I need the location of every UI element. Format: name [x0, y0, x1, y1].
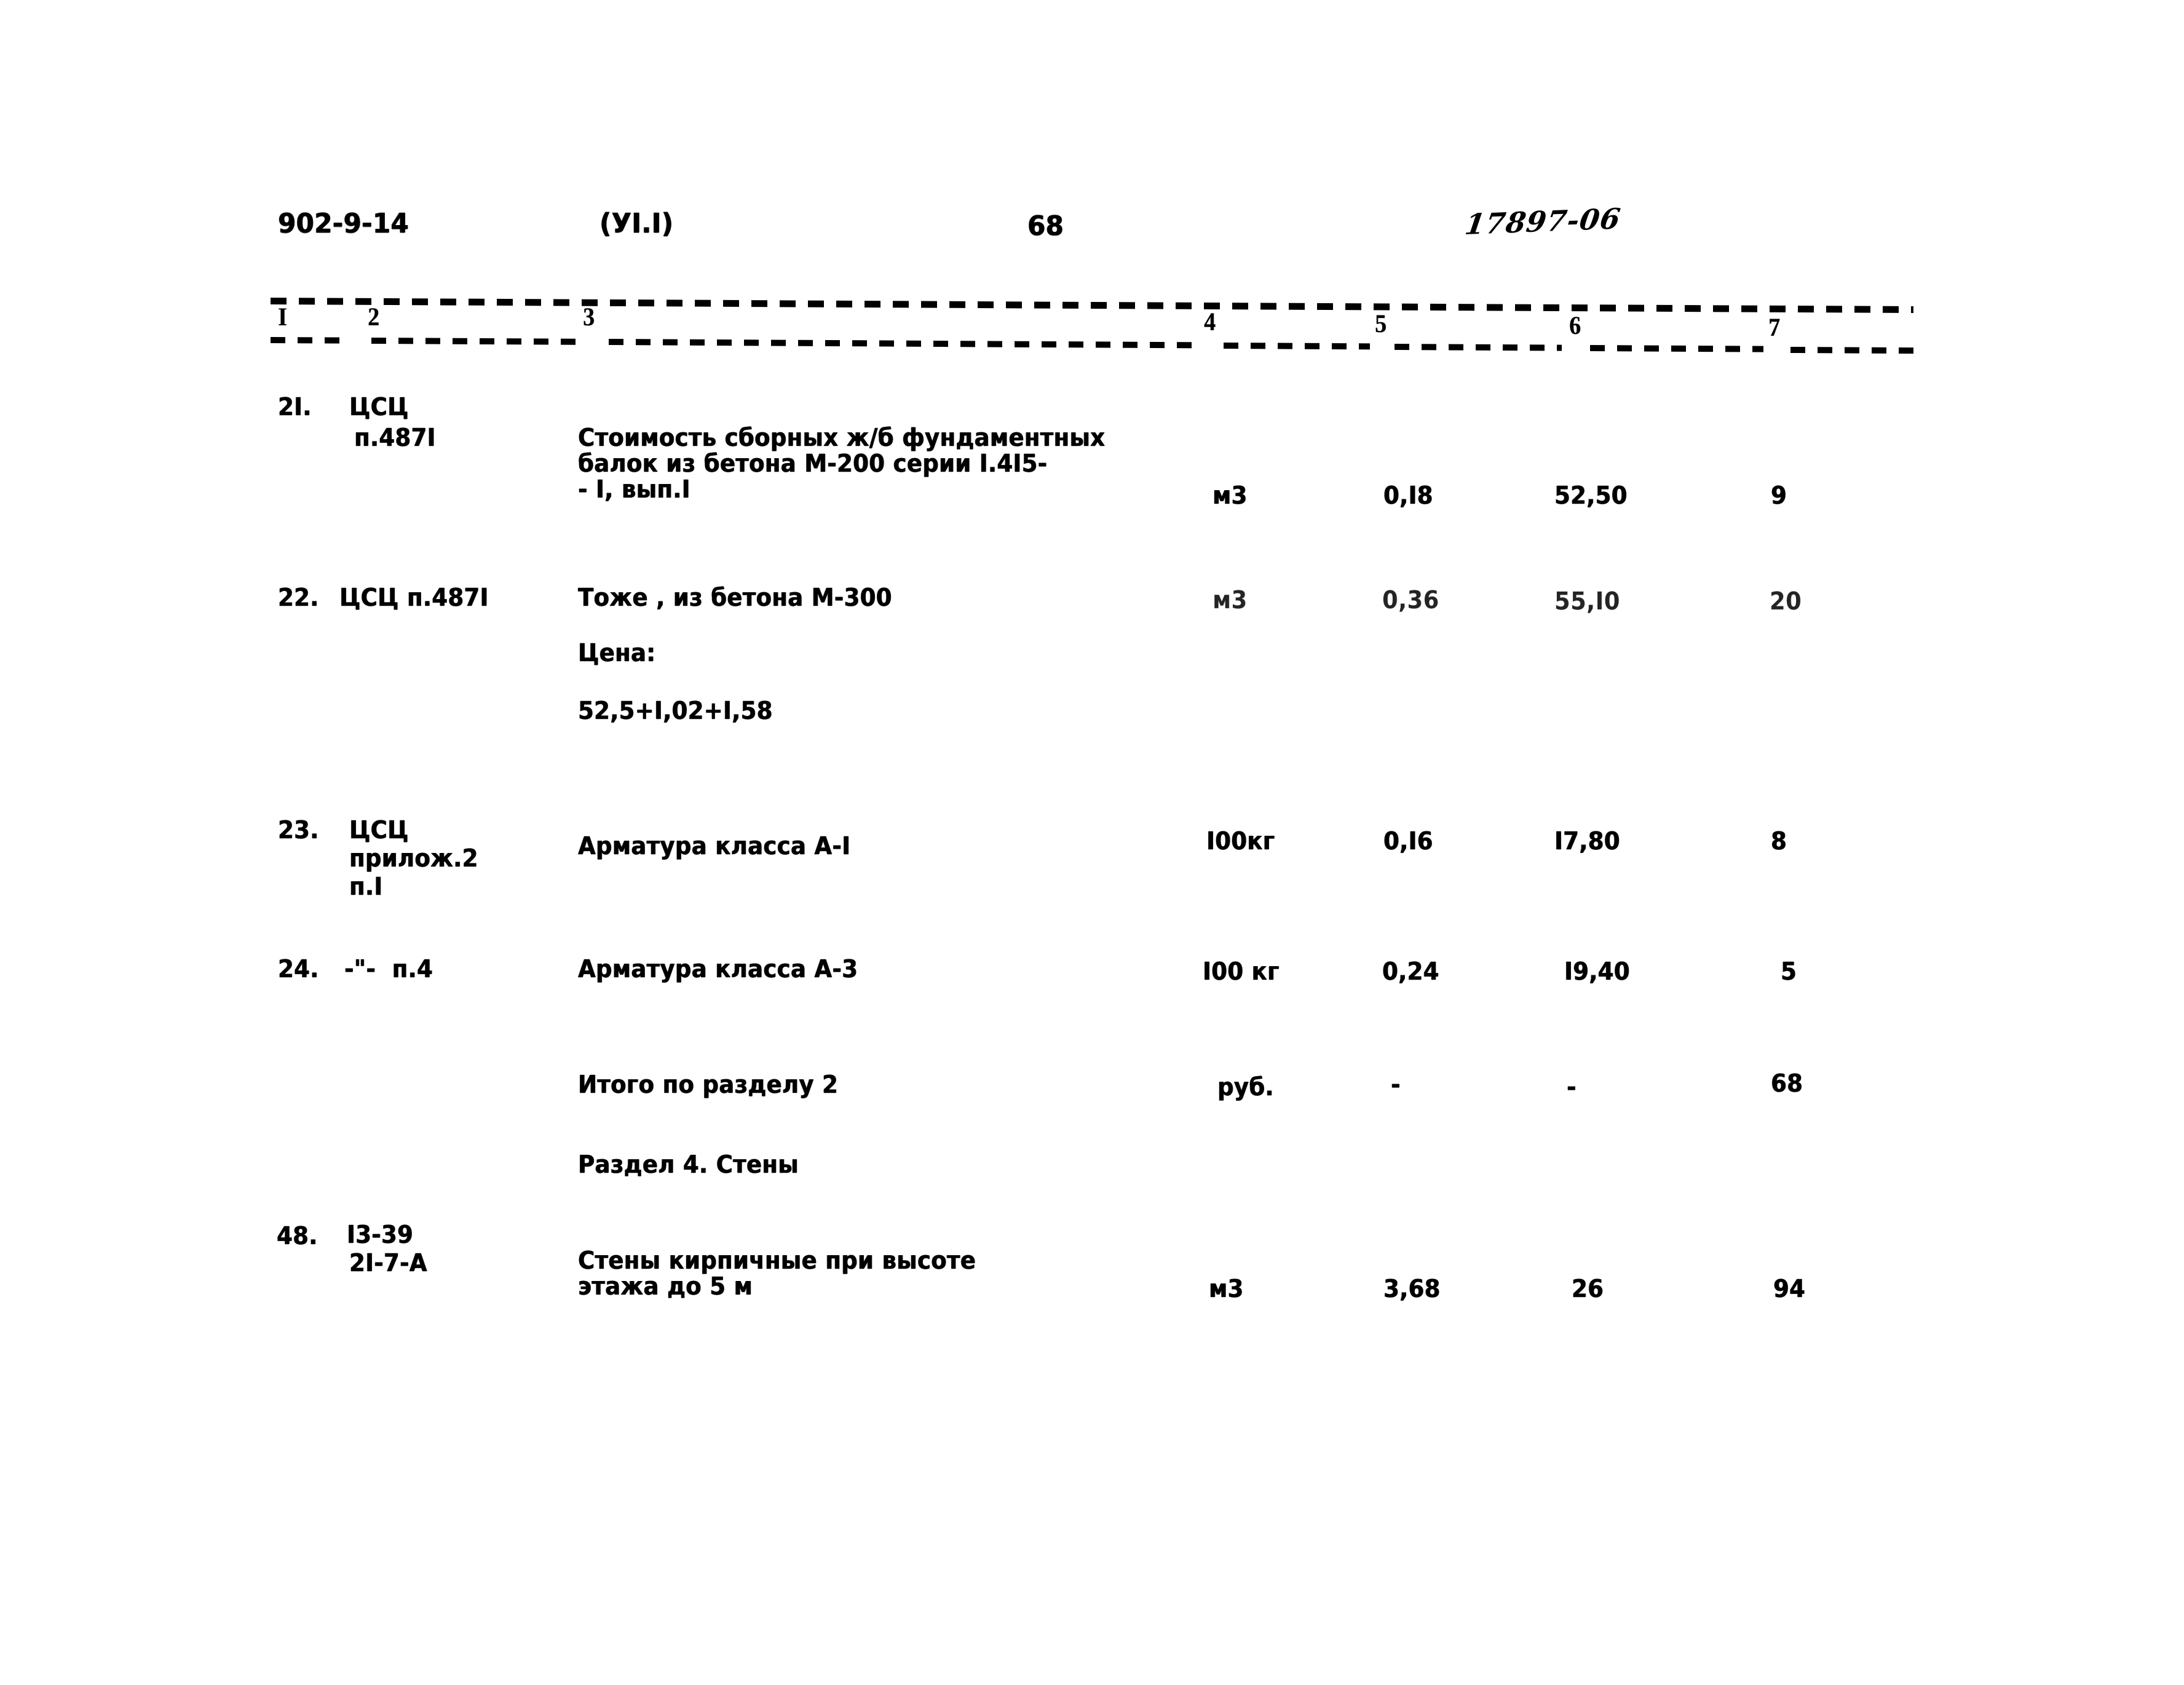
- table-rule-bottom-seg-4: [1223, 343, 1371, 350]
- page-number: 68: [1027, 210, 1064, 242]
- row-description-line: балок из бетона М-200 серии I.4I5-: [578, 450, 1048, 478]
- row-description-line: Стены кирпичные при высоте: [578, 1247, 976, 1275]
- row-description-line: - I, вып.I: [578, 475, 690, 504]
- column-header-7: 7: [1768, 314, 1781, 342]
- row-justification-line: ЦСЦ п.487I: [339, 584, 489, 612]
- row-total: 94: [1773, 1275, 1806, 1303]
- row-total: 20: [1770, 587, 1802, 616]
- row-quantity: 0,36: [1382, 586, 1439, 614]
- document-series-code: 902-9-14: [278, 208, 410, 239]
- row-description-line: Тоже , из бетона М-300: [578, 584, 892, 612]
- section-heading: Раздел 4. Стены: [578, 1151, 799, 1179]
- table-rule-bottom-seg-1: [270, 337, 350, 344]
- row-unit: м3: [1213, 482, 1248, 510]
- row-quantity: 3,68: [1383, 1275, 1441, 1303]
- volume-reference: (УI.I): [599, 208, 674, 239]
- row-justification-line: п.I: [349, 873, 383, 901]
- column-header-2: 2: [368, 303, 380, 331]
- table-rule-bottom-seg-5: [1394, 344, 1562, 351]
- section-subtotal-label: Итого по разделу 2: [578, 1071, 839, 1099]
- table-rule-top: [270, 298, 1913, 313]
- row-description-price-label: Цена:: [578, 639, 656, 667]
- row-justification-line: ЦСЦ: [349, 816, 409, 844]
- row-unit-price: I9,40: [1564, 957, 1630, 986]
- section-subtotal-unit: руб.: [1217, 1073, 1274, 1101]
- row-total: 9: [1771, 482, 1787, 510]
- section-subtotal-unit-price: -: [1567, 1073, 1577, 1101]
- section-subtotal-quantity: -: [1391, 1071, 1401, 1099]
- row-number: 2I.: [278, 393, 312, 421]
- row-quantity: 0,I8: [1383, 482, 1433, 510]
- row-unit: I00 кг: [1203, 957, 1280, 986]
- row-unit-price: 52,50: [1554, 482, 1628, 510]
- row-justification-line: -"- п.4: [344, 955, 433, 983]
- row-total: 5: [1781, 957, 1797, 986]
- row-number: 48.: [277, 1222, 318, 1250]
- row-description-line: Стоимость сборных ж/б фундаментных: [578, 424, 1106, 452]
- row-quantity: 0,24: [1382, 957, 1439, 986]
- row-unit: м3: [1209, 1275, 1244, 1303]
- table-rule-bottom-seg-7: [1790, 347, 1914, 354]
- column-header-1: I: [278, 303, 288, 331]
- row-justification-line: п.487I: [354, 424, 436, 452]
- column-header-5: 5: [1375, 310, 1387, 338]
- table-rule-bottom-seg-6: [1589, 345, 1764, 352]
- row-number: 24.: [278, 955, 319, 983]
- row-justification-line: 2I-7-А: [349, 1249, 427, 1277]
- row-unit-price: I7,80: [1554, 827, 1620, 855]
- row-unit-price: 55,I0: [1554, 587, 1620, 616]
- row-quantity: 0,I6: [1383, 827, 1433, 855]
- row-unit-price: 26: [1572, 1275, 1604, 1303]
- section-subtotal-total: 68: [1771, 1069, 1803, 1098]
- row-description-line: этажа до 5 м: [578, 1272, 753, 1301]
- scanned-document-page: 902-9-14 (УI.I) 68 17897-06 I 2 3 4 5 6 …: [0, 0, 2184, 1685]
- archive-stamp-number: 17897-06: [1463, 202, 1623, 241]
- column-header-4: 4: [1204, 308, 1216, 336]
- table-rule-bottom-seg-2: [371, 338, 586, 345]
- row-unit: I00кг: [1206, 827, 1275, 855]
- column-header-6: 6: [1569, 312, 1581, 340]
- row-justification-line: ЦСЦ: [349, 393, 409, 421]
- row-description-line: Арматура класса А-3: [578, 955, 858, 983]
- row-number: 23.: [278, 816, 319, 844]
- row-number: 22.: [278, 584, 319, 612]
- row-description-line: Арматура класса А-I: [578, 832, 851, 860]
- row-justification-line: прилож.2: [349, 844, 478, 873]
- table-rule-bottom-seg-3: [608, 339, 1203, 349]
- row-total: 8: [1771, 827, 1787, 855]
- column-header-3: 3: [583, 303, 595, 331]
- row-justification-line: I3-39: [347, 1221, 414, 1249]
- row-description-price-formula: 52,5+I,02+I,58: [578, 697, 773, 725]
- row-unit: м3: [1213, 586, 1248, 614]
